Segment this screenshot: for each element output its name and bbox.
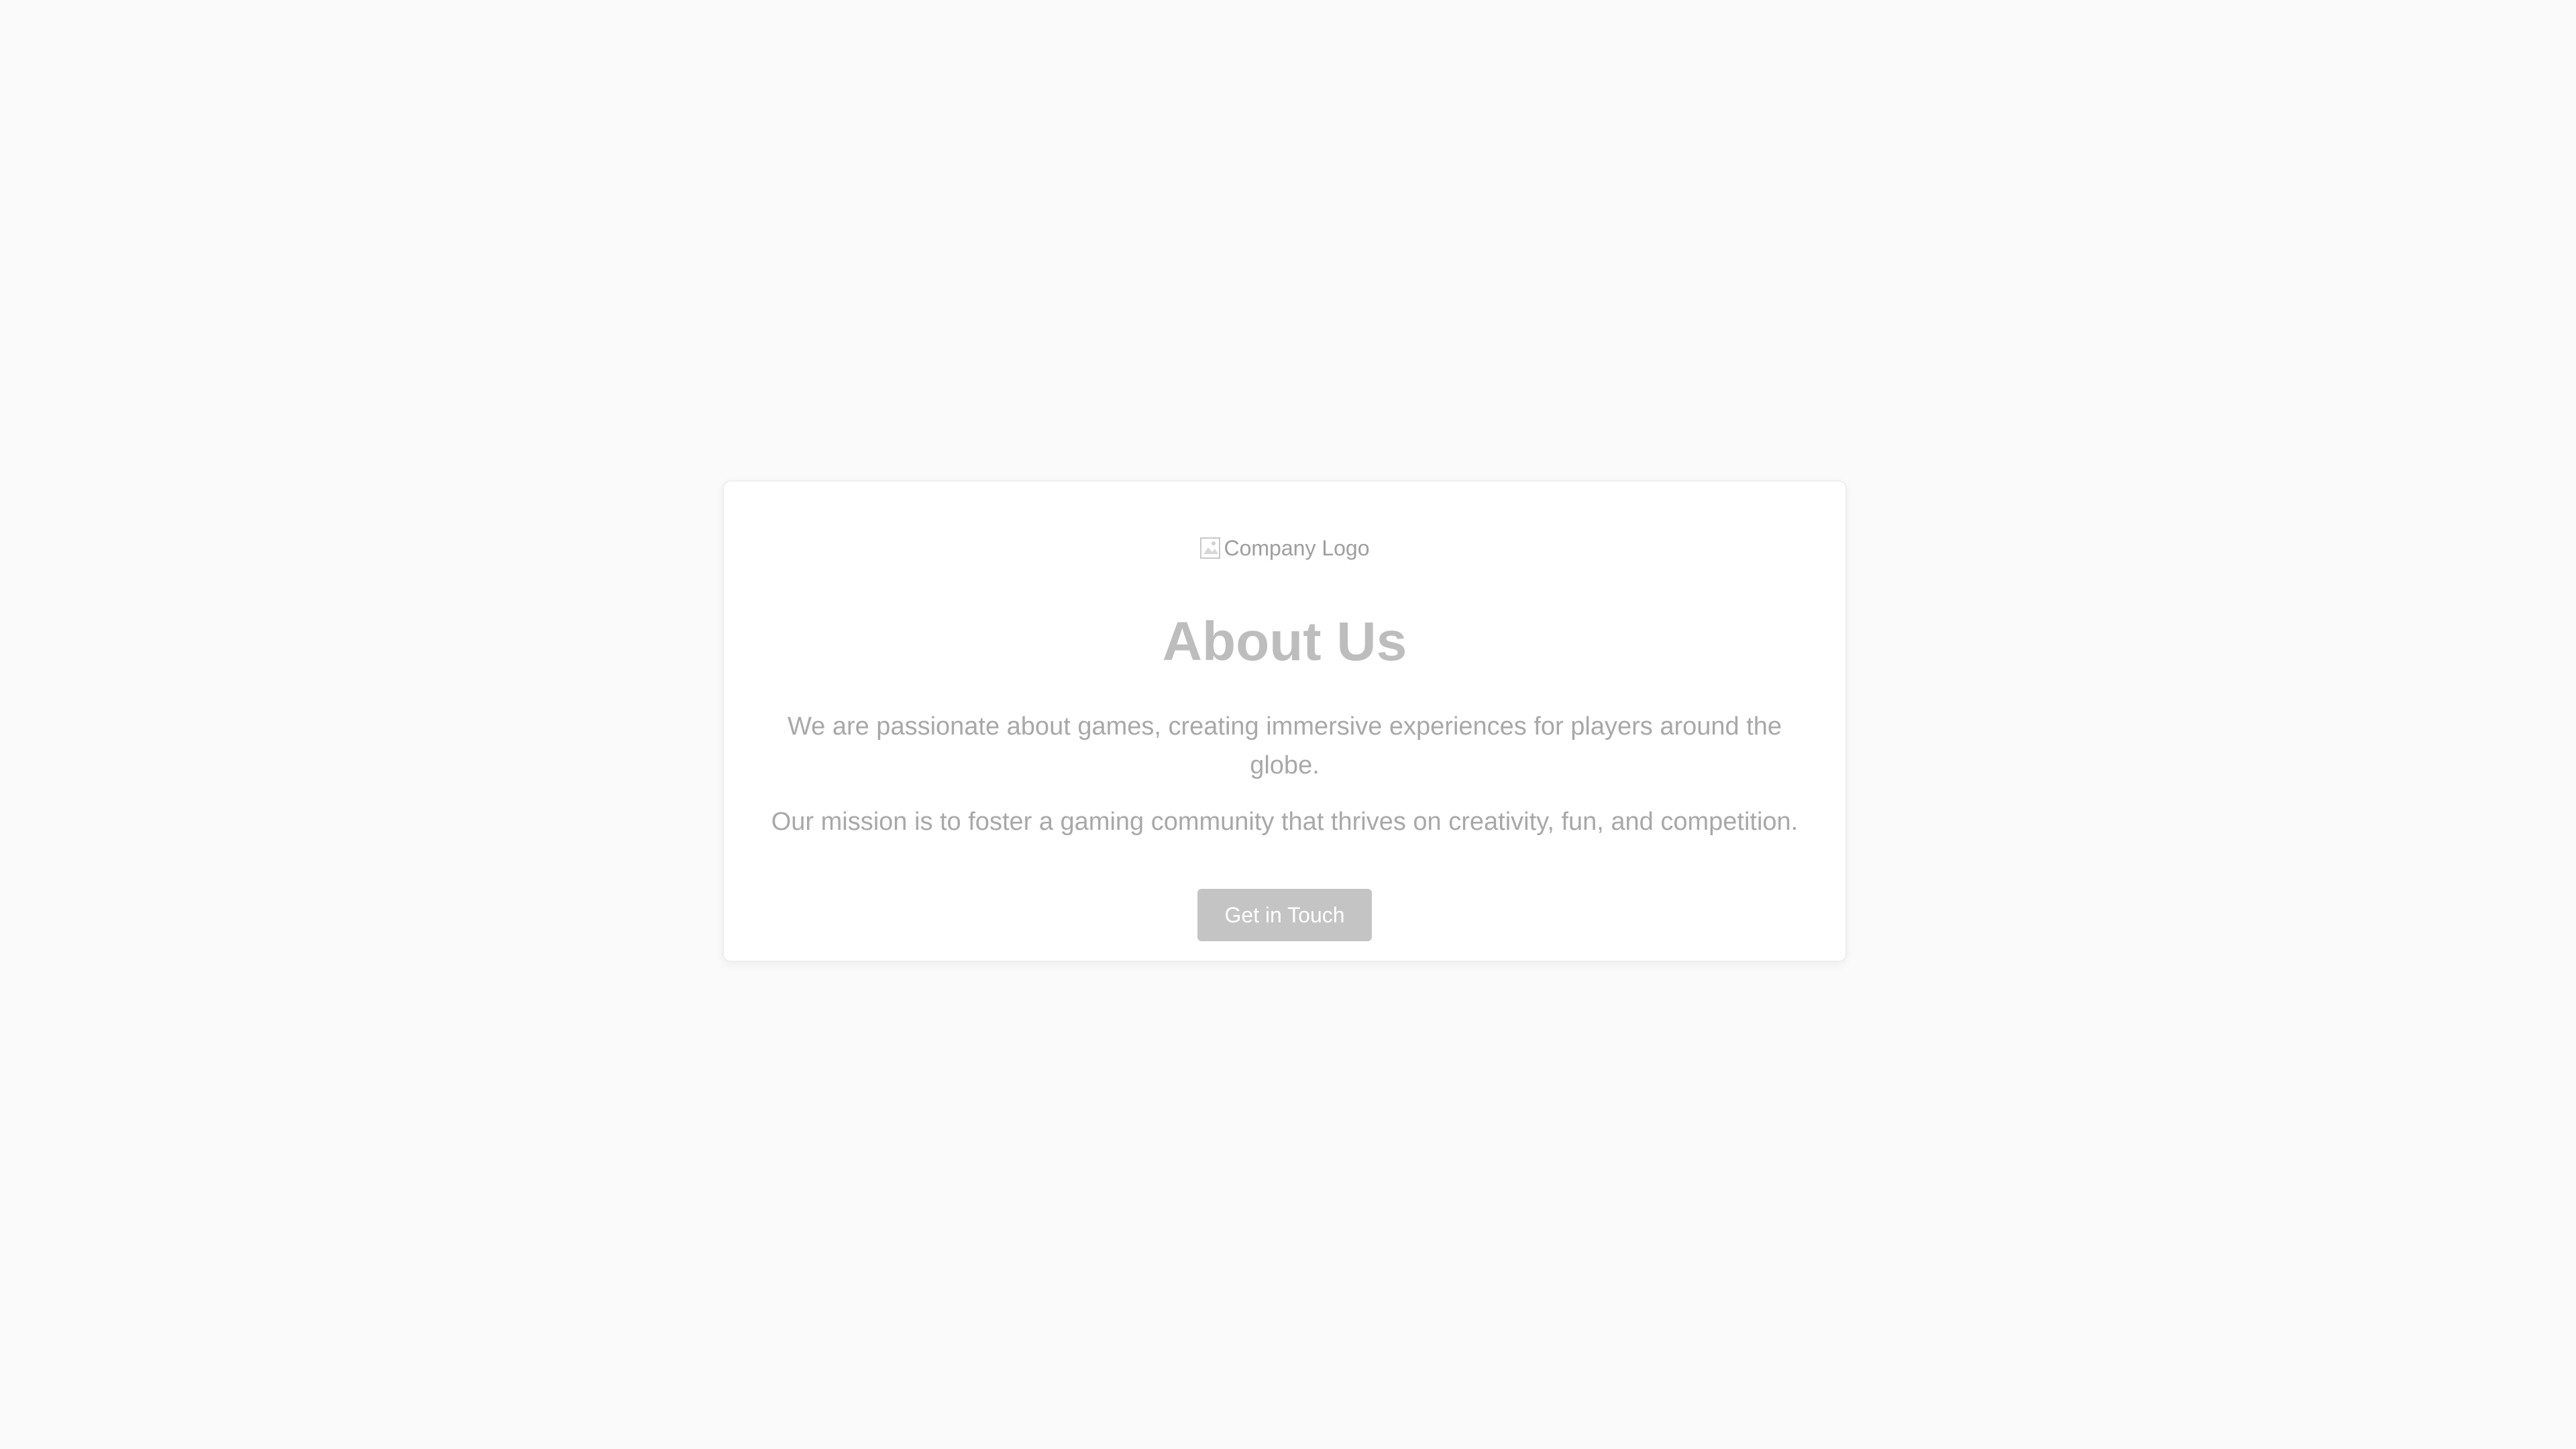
- company-logo-alt-text: Company Logo: [1224, 535, 1370, 560]
- page: Company Logo About Us We are passionate …: [0, 0, 2576, 1449]
- broken-image-icon: [1200, 537, 1221, 559]
- about-card: Company Logo About Us We are passionate …: [722, 480, 1847, 962]
- mission-statement: Our mission is to foster a gaming commun…: [771, 808, 1799, 836]
- company-logo: Company Logo: [724, 531, 1845, 565]
- about-description: We are passionate about games, creating …: [787, 712, 1782, 780]
- page-title: About Us: [1162, 611, 1407, 672]
- get-in-touch-button[interactable]: Get in Touch: [1197, 889, 1372, 941]
